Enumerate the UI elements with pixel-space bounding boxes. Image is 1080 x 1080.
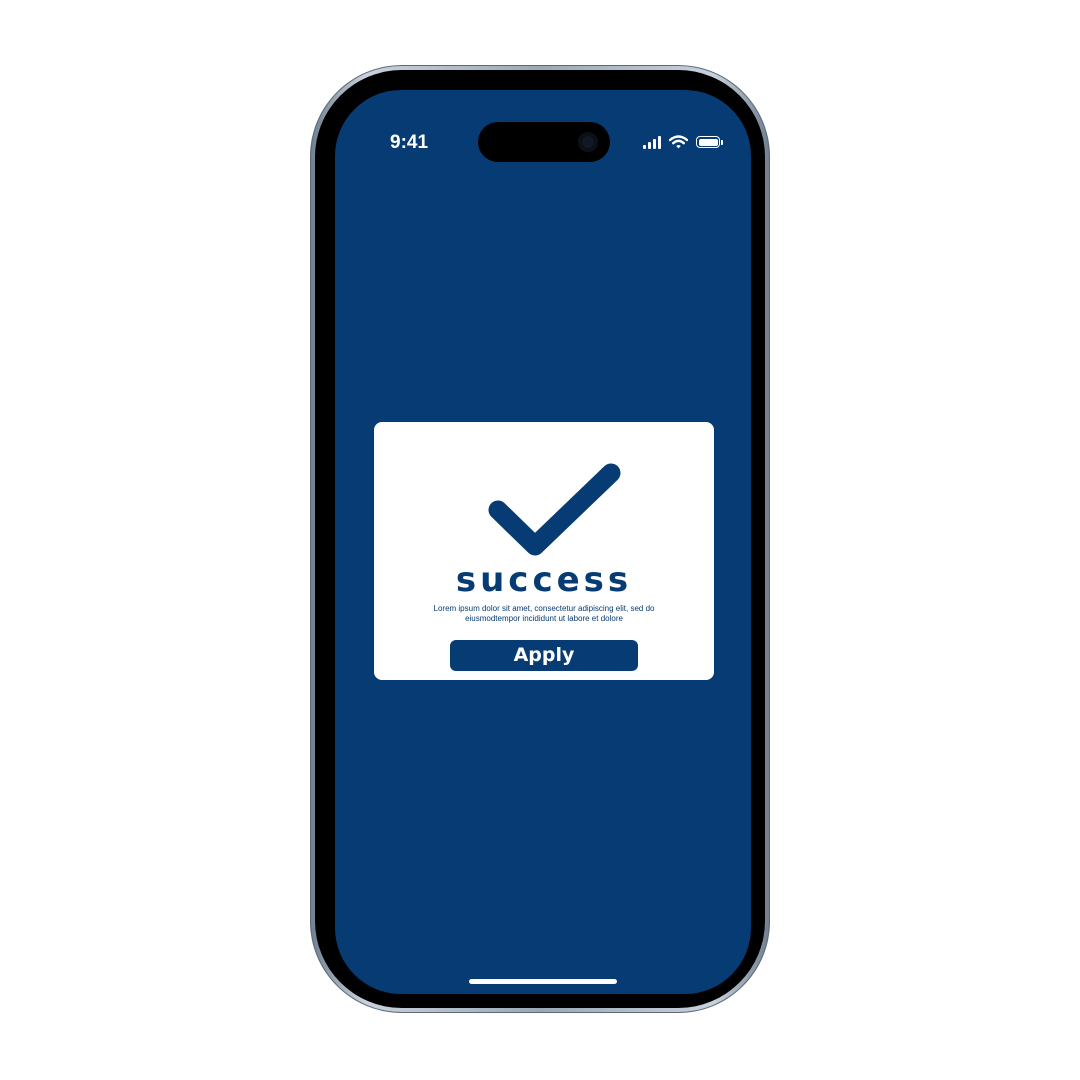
phone-frame: 9:41 success Lorem ipsum dolor sit amet,… (310, 65, 770, 1013)
battery-icon (696, 136, 720, 148)
apply-button[interactable]: Apply (450, 640, 638, 671)
battery-cap (721, 139, 723, 145)
success-dialog: success Lorem ipsum dolor sit amet, cons… (374, 422, 714, 680)
canvas: 9:41 success Lorem ipsum dolor sit amet,… (0, 0, 1080, 1080)
dialog-title: success (455, 560, 633, 600)
home-indicator[interactable] (469, 979, 617, 984)
wifi-icon (669, 135, 688, 149)
dialog-description: Lorem ipsum dolor sit amet, consectetur … (433, 604, 655, 623)
cellular-signal-icon (643, 135, 661, 149)
checkmark-icon (488, 463, 621, 556)
dynamic-island (478, 122, 610, 162)
status-time: 9:41 (390, 132, 429, 153)
phone-body: 9:41 success Lorem ipsum dolor sit amet,… (315, 70, 765, 1008)
status-icons (643, 134, 723, 150)
phone-screen: 9:41 success Lorem ipsum dolor sit amet,… (335, 90, 751, 994)
front-camera-icon (578, 132, 598, 152)
